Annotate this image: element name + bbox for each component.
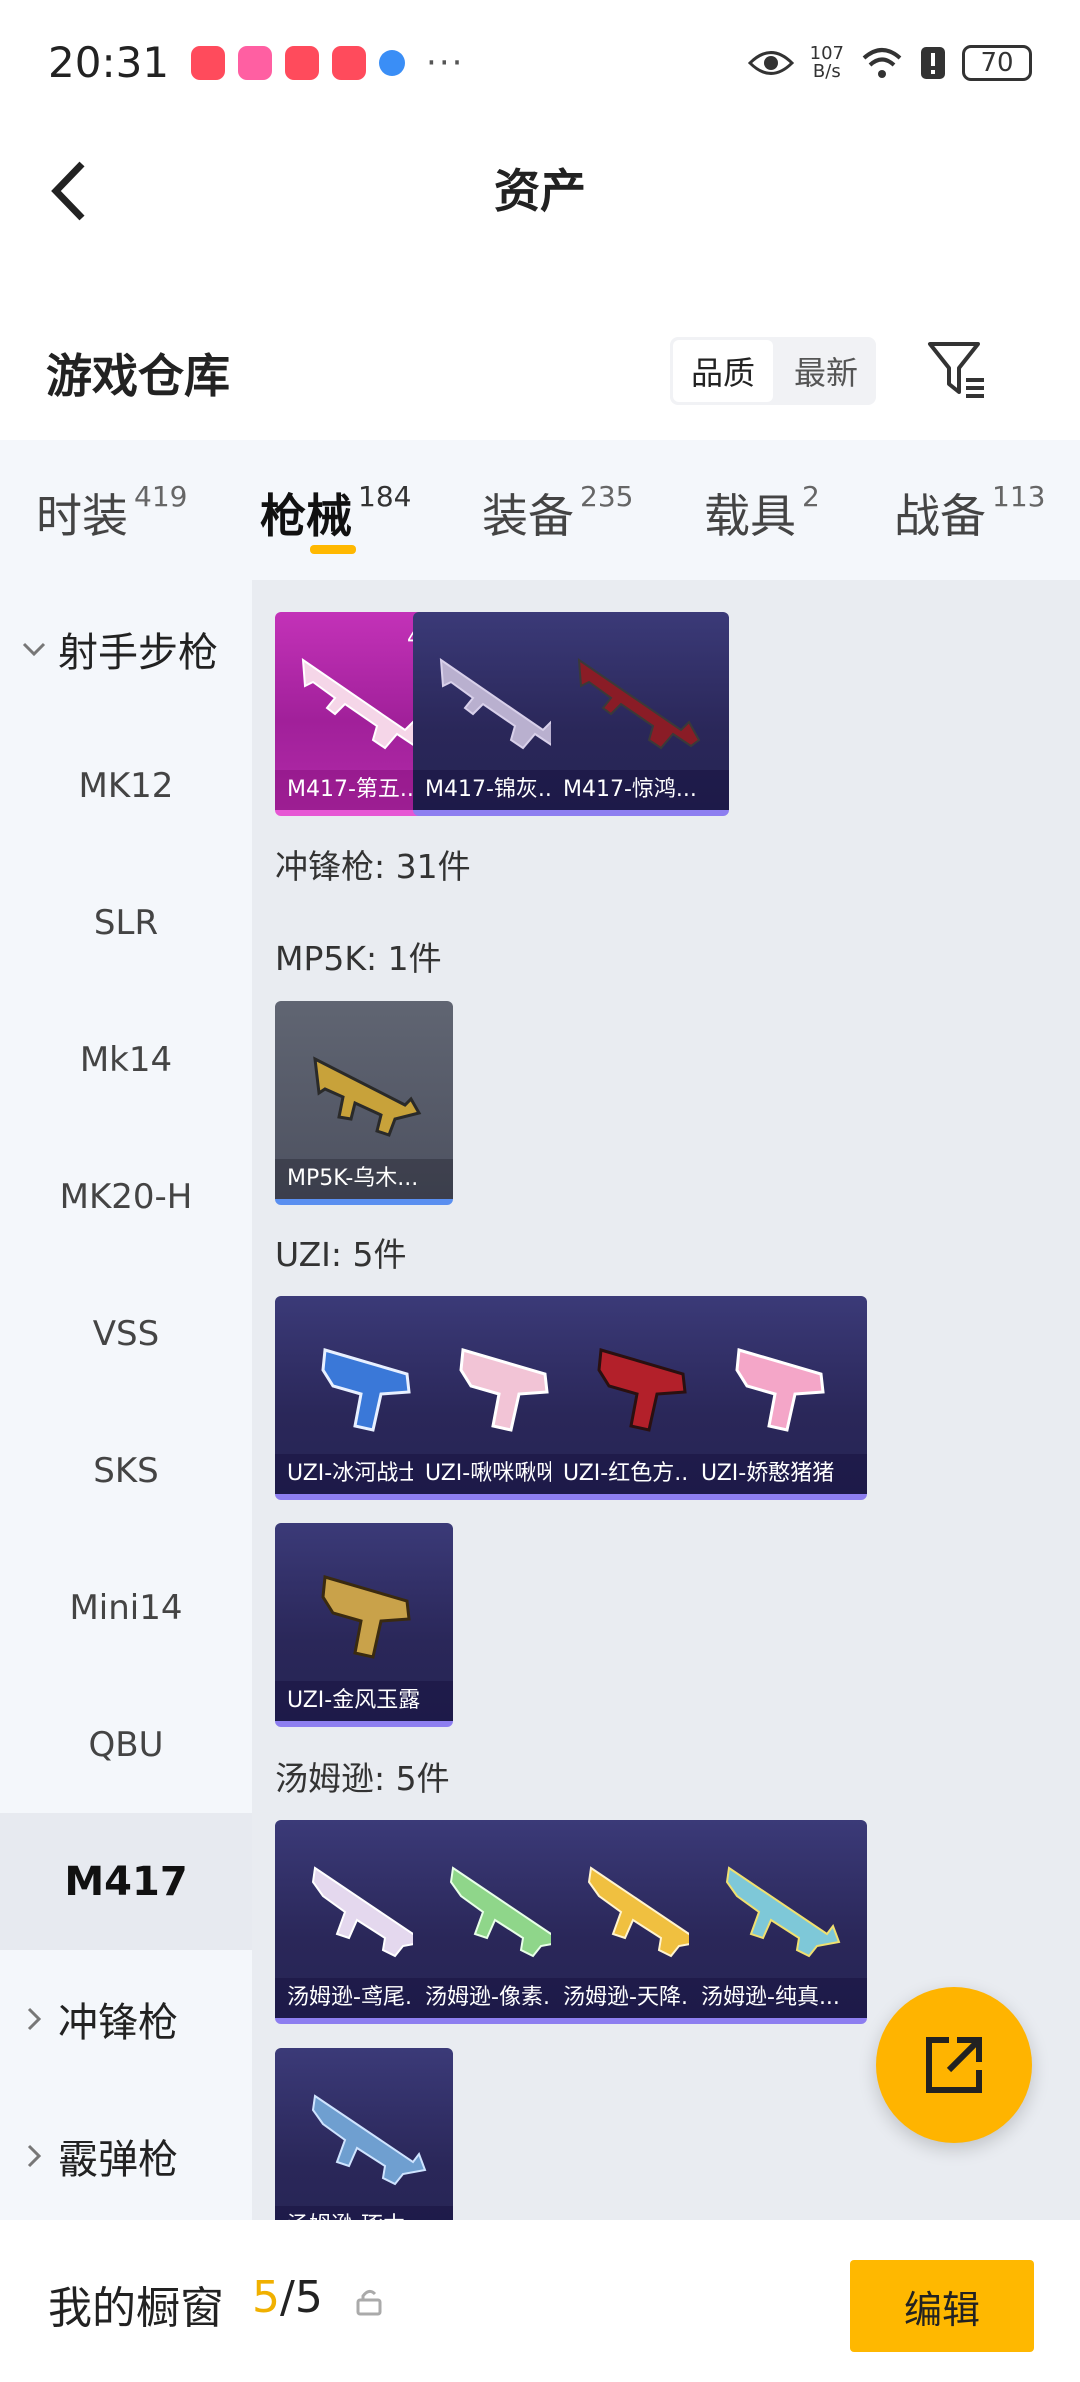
filter-button[interactable] — [926, 338, 990, 402]
status-bar: 20:31 ··· 107 B/s 70 — [0, 0, 1080, 125]
sidebar-item-mk20h[interactable]: MK20-H — [0, 1128, 252, 1265]
active-tab-indicator — [310, 545, 356, 554]
sidebar-item-mk12[interactable]: MK12 — [0, 717, 252, 854]
sidebar-group-label: 射手步枪 — [58, 629, 218, 676]
chevron-right-icon — [27, 2007, 42, 2030]
sidebar-item-mini14[interactable]: Mini14 — [0, 1539, 252, 1676]
tab-label: 载具 — [704, 489, 796, 543]
skin-card[interactable]: UZI-金风玉露 — [275, 1523, 453, 1727]
sort-toggle: 品质 最新 — [670, 337, 876, 405]
smg-icon — [313, 1056, 422, 1137]
tab-fashion[interactable]: 时装 419 — [36, 480, 187, 546]
skin-card-label: 汤姆逊-琢木... — [275, 2206, 453, 2220]
tab-vehicles[interactable]: 载具 2 — [704, 480, 820, 546]
skin-card-label: MP5K-乌木... — [275, 1159, 453, 1199]
browser-app-icon — [379, 49, 406, 76]
section-heading-mp5k: MP5K: 1件 — [275, 939, 442, 978]
network-speed-unit: B/s — [812, 60, 841, 82]
skin-card-label: M417-惊鸿... — [551, 770, 729, 810]
share-button[interactable] — [876, 1987, 1032, 2143]
page-title: 资产 — [494, 164, 586, 218]
tab-label: 战备 — [894, 489, 986, 543]
smg-icon — [735, 1348, 825, 1432]
shopping-app-icon — [191, 45, 226, 80]
showcase-count-current: 5 — [252, 2272, 280, 2323]
section-heading-uzi: UZI: 5件 — [275, 1235, 407, 1274]
tab-label: 时装 — [36, 489, 128, 543]
wifi-icon — [862, 47, 902, 78]
showcase-count-separator: / — [280, 2272, 295, 2323]
alert-icon — [921, 46, 945, 79]
sidebar-item-m417[interactable]: M417 — [0, 1813, 252, 1950]
skin-card[interactable]: 汤姆逊-琢木... — [275, 2048, 453, 2220]
sidebar-item-mk14[interactable]: Mk14 — [0, 991, 252, 1128]
tab-count: 113 — [992, 480, 1046, 513]
sidebar-group-marksman-rifles[interactable]: 射手步枪 — [0, 580, 252, 717]
skin-card[interactable]: M417-惊鸿... — [551, 612, 729, 816]
shopping-app-icon-3 — [332, 45, 367, 80]
showcase-count-total: 5 — [294, 2272, 323, 2323]
category-tabs: 时装 419 枪械 184 装备 235 载具 2 战备 113 — [0, 440, 1080, 580]
external-link-icon — [926, 2037, 982, 2093]
weapon-type-sidebar: 射手步枪 MK12 SLR Mk14 MK20-H VSS SKS Mini14… — [0, 580, 252, 2220]
filter-icon — [928, 342, 984, 398]
skin-card[interactable]: 汤姆逊-纯真... — [689, 1820, 867, 2024]
showcase-title: 我的橱窗 — [48, 2283, 224, 2334]
tab-count: 419 — [134, 480, 188, 513]
sidebar-group-shotgun[interactable]: 霰弹枪 — [0, 2087, 252, 2224]
rifle-icon — [577, 657, 701, 750]
chevron-right-icon — [27, 2144, 42, 2167]
sort-option-quality[interactable]: 品质 — [673, 340, 773, 402]
sidebar-item-qbu[interactable]: QBU — [0, 1676, 252, 1813]
lock-icon — [356, 2289, 382, 2316]
sidebar-group-label: 冲锋枪 — [58, 1999, 178, 2046]
skin-card-label: 汤姆逊-纯真... — [689, 1978, 867, 2018]
battery-indicator: 70 — [962, 44, 1032, 81]
sidebar-group-smg[interactable]: 冲锋枪 — [0, 1950, 252, 2087]
skin-card-label: UZI-金风玉露 — [275, 1681, 453, 1721]
tab-count: 2 — [802, 480, 820, 513]
shopping-app-icon-2 — [285, 45, 320, 80]
weapon-grid: 4级 M417-第五... M417-锦灰... M417-惊鸿... 冲锋枪:… — [252, 580, 1080, 2220]
section-heading-smg: 冲锋枪: 31件 — [275, 847, 471, 886]
showcase-count: 5/5 — [252, 2272, 323, 2323]
skin-card[interactable]: UZI-娇憨猪猪 — [689, 1296, 867, 1500]
network-speed: 107 B/s — [809, 42, 844, 82]
tab-gear[interactable]: 战备 113 — [894, 480, 1045, 546]
sidebar-item-vss[interactable]: VSS — [0, 1265, 252, 1402]
edit-button[interactable]: 编辑 — [850, 2260, 1034, 2352]
section-heading-tommy-gun: 汤姆逊: 5件 — [275, 1759, 450, 1798]
sidebar-group-label: 霰弹枪 — [58, 2136, 178, 2183]
network-speed-value: 107 — [809, 42, 844, 64]
warehouse-header: 游戏仓库 品质 最新 — [0, 300, 1080, 440]
tab-label: 枪械 — [260, 489, 352, 543]
showcase-bar: 我的橱窗 5/5 编辑 — [0, 2220, 1080, 2382]
status-time: 20:31 — [48, 38, 170, 87]
tab-equipment[interactable]: 装备 235 — [482, 480, 633, 546]
nav-bar: 资产 — [0, 125, 1080, 255]
warehouse-title: 游戏仓库 — [46, 349, 230, 403]
sidebar-item-slr[interactable]: SLR — [0, 854, 252, 991]
skin-card[interactable]: MP5K-乌木... — [275, 1001, 453, 1205]
video-app-icon — [238, 45, 273, 80]
smg-icon — [311, 2094, 427, 2186]
skin-card-label: UZI-娇憨猪猪 — [689, 1454, 867, 1494]
eye-icon — [747, 50, 794, 75]
tab-count: 235 — [580, 480, 634, 513]
tab-count: 184 — [358, 480, 412, 513]
smg-icon — [725, 1866, 841, 1958]
tab-label: 装备 — [482, 489, 574, 543]
chevron-down-icon — [22, 642, 46, 656]
more-notifications-icon: ··· — [426, 42, 465, 83]
tab-guns[interactable]: 枪械 184 — [260, 480, 411, 546]
smg-icon — [321, 1575, 411, 1659]
sidebar-item-sks[interactable]: SKS — [0, 1402, 252, 1539]
sort-option-newest[interactable]: 最新 — [776, 337, 876, 405]
